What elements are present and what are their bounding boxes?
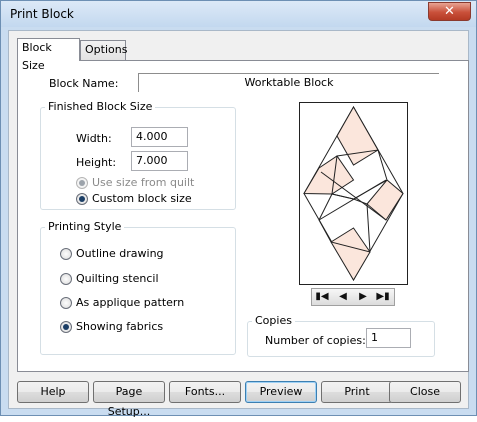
block-name-label: Block Name: [49, 77, 119, 90]
finished-block-size-legend: Finished Block Size [45, 100, 156, 113]
use-size-from-quilt-label: Use size from quilt [92, 176, 195, 189]
copies-legend: Copies [252, 314, 295, 327]
showing-fabrics-radio[interactable] [60, 321, 72, 333]
outline-drawing-radio[interactable] [60, 248, 72, 260]
width-input[interactable]: 4.000 [131, 127, 188, 147]
close-button[interactable]: Close [389, 381, 461, 403]
block-preview [299, 102, 408, 285]
number-of-copies-input[interactable]: 1 [366, 328, 411, 348]
title-bar[interactable]: Print Block ✕ [1, 1, 476, 27]
quilting-stencil-label: Quilting stencil [76, 272, 159, 285]
tab-options-label: Options [85, 43, 128, 56]
printing-style-legend: Printing Style [45, 220, 125, 233]
custom-block-size-radio[interactable] [76, 193, 88, 205]
print-block-dialog: Print Block ✕ Block Size Options Block N… [0, 0, 477, 418]
fonts-button[interactable]: Fonts... [169, 381, 241, 403]
dialog-client-area: Block Size Options Block Name: Worktable… [8, 30, 469, 418]
applique-pattern-label: As applique pattern [76, 296, 185, 309]
width-label: Width: [76, 132, 112, 145]
custom-block-size-label: Custom block size [92, 192, 192, 205]
block-name-field[interactable]: Worktable Block [138, 73, 439, 92]
applique-pattern-radio[interactable] [60, 297, 72, 309]
next-icon[interactable]: ▶ [353, 290, 373, 304]
help-button[interactable]: Help [17, 381, 89, 403]
printing-style-group: Printing Style Outline drawing Quilting … [40, 220, 236, 355]
use-size-from-quilt-radio[interactable] [76, 177, 88, 189]
block-size-panel: Block Name: Worktable Block Finished Blo… [17, 60, 469, 372]
height-input[interactable]: 7.000 [131, 151, 188, 171]
block-name-value: Worktable Block [244, 76, 334, 89]
window-title: Print Block [10, 7, 74, 21]
prev-icon[interactable]: ◀ [333, 290, 353, 304]
showing-fabrics-label: Showing fabrics [76, 320, 164, 333]
height-label: Height: [76, 156, 117, 169]
window-close-button[interactable]: ✕ [428, 2, 471, 21]
quilting-stencil-radio[interactable] [60, 273, 72, 285]
page-setup-button[interactable]: Page Setup... [93, 381, 165, 418]
last-icon[interactable]: ▶▮ [373, 290, 393, 304]
print-button[interactable]: Print [321, 381, 393, 403]
finished-block-size-group: Finished Block Size Width: 4.000 Height:… [40, 100, 236, 210]
outline-drawing-label: Outline drawing [76, 247, 164, 260]
preview-navigation: ▮◀ ◀ ▶ ▶▮ [311, 288, 395, 306]
preview-button[interactable]: Preview [245, 381, 317, 403]
tab-options[interactable]: Options [80, 40, 128, 60]
number-of-copies-label: Number of copies: [265, 334, 366, 347]
first-icon[interactable]: ▮◀ [312, 290, 332, 304]
tab-block-size[interactable]: Block Size [17, 38, 80, 72]
copies-group: Copies Number of copies: 1 [247, 314, 435, 357]
